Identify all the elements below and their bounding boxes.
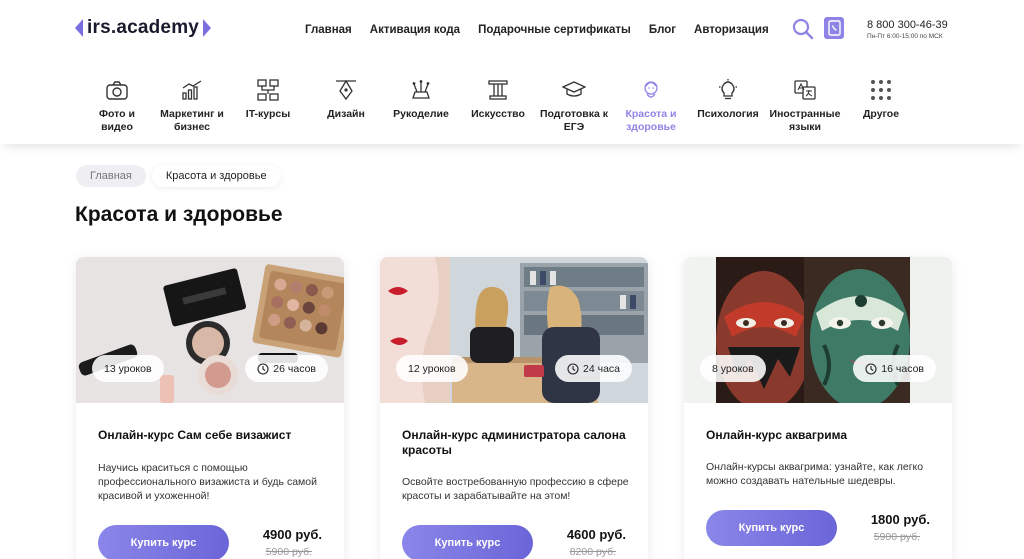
crafts-icon	[412, 80, 430, 99]
category-marketing[interactable]: Маркетинг и бизнес	[157, 78, 227, 134]
category-label: Другое	[862, 108, 900, 120]
category-design[interactable]: Дизайн	[324, 78, 368, 121]
category-label: IT-курсы	[245, 108, 291, 120]
clock-icon	[865, 362, 877, 375]
category-art[interactable]: Искусство	[470, 78, 526, 121]
category-label: Рукоделие	[393, 108, 449, 120]
course-image-face-paint[interactable]: 8 уроков 16 часов	[684, 257, 952, 403]
course-card[interactable]: 12 уроков 24 часа Онлайн-курс администра…	[380, 257, 648, 559]
camera-icon	[106, 81, 128, 100]
course-description: Онлайн-курсы аквагрима: узнайте, как лег…	[706, 461, 924, 487]
lightbulb-icon	[719, 79, 737, 100]
course-title[interactable]: Онлайн-курс Сам себе визажист	[98, 428, 328, 443]
category-exam-prep[interactable]: Подготовка к ЕГЭ	[538, 78, 610, 134]
category-psychology[interactable]: Психология	[697, 78, 759, 121]
category-bar: Фото и видео Маркетинг и бизнес IT-курсы…	[0, 62, 1024, 144]
grid-dots-icon	[871, 80, 891, 100]
breadcrumb-home[interactable]: Главная	[76, 165, 146, 187]
search-icon[interactable]	[792, 18, 814, 40]
course-price: 4900 руб.	[262, 527, 322, 542]
phone-book-icon[interactable]	[824, 17, 844, 39]
course-title[interactable]: Онлайн-курс администратора салона красот…	[402, 428, 632, 458]
course-price: 1800 руб.	[870, 512, 930, 527]
category-other[interactable]: Другое	[861, 78, 901, 121]
category-label: Иностранные языки	[769, 108, 841, 133]
category-label: Подготовка к ЕГЭ	[539, 108, 608, 133]
breadcrumb-current: Красота и здоровье	[151, 165, 281, 187]
course-description: Освойте востребованную профессию в сфере…	[402, 476, 629, 502]
site-logo[interactable]: irs.academy	[75, 17, 212, 39]
buy-course-button[interactable]: Купить курс	[402, 525, 533, 559]
buy-course-button[interactable]: Купить курс	[706, 510, 837, 546]
category-label: Красота и здоровье	[625, 108, 677, 133]
nav-home[interactable]: Главная	[305, 24, 352, 36]
buy-course-button[interactable]: Купить курс	[98, 525, 229, 559]
lessons-count-badge: 13 уроков	[92, 355, 164, 382]
category-it[interactable]: IT-курсы	[243, 78, 293, 121]
hours-count: 26 часов	[273, 362, 316, 375]
category-beauty-health[interactable]: Красота и здоровье	[623, 78, 679, 134]
course-old-price: 5900 руб.	[265, 546, 312, 558]
hours-badge: 24 часа	[555, 355, 632, 382]
course-old-price: 5900 руб.	[873, 531, 920, 543]
lessons-count-badge: 12 уроков	[396, 355, 468, 382]
top-header: irs.academy Главная Активация кода Подар…	[0, 0, 1024, 60]
translate-icon	[794, 80, 816, 100]
course-title[interactable]: Онлайн-курс аквагрима	[706, 428, 936, 443]
lessons-count: 13 уроков	[104, 362, 152, 375]
logo-text: irs.academy	[87, 17, 200, 38]
phone-number[interactable]: 8 800 300-46-39	[867, 19, 948, 31]
beauty-face-icon	[644, 81, 658, 98]
nav-login[interactable]: Авторизация	[694, 24, 769, 36]
clock-icon	[257, 362, 269, 375]
category-label: Психология	[697, 108, 759, 120]
chart-icon	[182, 80, 202, 100]
breadcrumb: Главная Красота и здоровье	[76, 165, 281, 187]
working-hours: Пн-Пт 6:00-15:00 по МСК	[867, 33, 943, 40]
nav-code-activation[interactable]: Активация кода	[370, 24, 460, 36]
pen-tool-icon	[336, 79, 356, 101]
course-image-makeup[interactable]: 13 уроков 26 часов	[76, 257, 344, 403]
category-label: Дизайн	[327, 108, 365, 120]
page-title: Красота и здоровье	[75, 203, 283, 226]
lessons-count-badge: 8 уроков	[700, 355, 766, 382]
hours-count: 24 часа	[583, 362, 620, 375]
column-icon	[488, 80, 508, 100]
nav-gift-certificates[interactable]: Подарочные сертификаты	[478, 24, 631, 36]
category-crafts[interactable]: Рукоделие	[393, 78, 449, 121]
logo-right-chevron-icon	[203, 19, 212, 37]
course-old-price: 8200 руб.	[569, 546, 616, 558]
category-label: Маркетинг и бизнес	[160, 108, 224, 133]
category-languages[interactable]: Иностранные языки	[769, 78, 841, 134]
hours-count: 16 часов	[881, 362, 924, 375]
course-card[interactable]: 8 уроков 16 часов Онлайн-курс аквагрима …	[684, 257, 952, 559]
course-description: Научись краситься с помощью профессионал…	[98, 462, 317, 502]
clock-icon	[567, 362, 579, 375]
course-card[interactable]: 13 уроков 26 часов Онлайн-курс Сам себе …	[76, 257, 344, 559]
hours-badge: 26 часов	[245, 355, 328, 382]
category-label: Фото и видео	[99, 108, 135, 133]
network-icon	[257, 79, 279, 101]
category-photo-video[interactable]: Фото и видео	[82, 78, 152, 134]
lessons-count: 12 уроков	[408, 362, 456, 375]
course-image-salon-admin[interactable]: 12 уроков 24 часа	[380, 257, 648, 403]
category-label: Искусство	[471, 108, 525, 120]
hours-badge: 16 часов	[853, 355, 936, 382]
graduation-cap-icon	[562, 81, 586, 97]
nav-blog[interactable]: Блог	[649, 24, 676, 36]
logo-left-chevron-icon	[75, 19, 83, 37]
main-nav: Главная Активация кода Подарочные сертиф…	[305, 24, 769, 36]
lessons-count: 8 уроков	[712, 362, 754, 375]
course-price: 4600 руб.	[566, 527, 626, 542]
